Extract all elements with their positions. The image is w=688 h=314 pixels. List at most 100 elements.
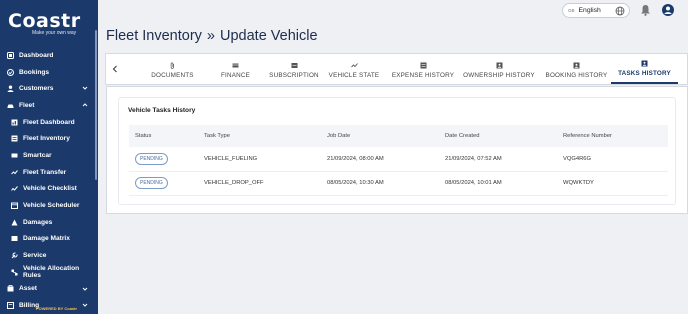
sidebar-item-label: Fleet Transfer xyxy=(23,168,67,176)
page-title: Fleet Inventory» Update Vehicle xyxy=(106,28,318,44)
task-type-cell: VEHICLE_DROP_OFF xyxy=(204,180,264,187)
tab-vehicle-state[interactable]: VEHICLE STATE xyxy=(321,54,387,84)
tab-documents[interactable]: DOCUMENTS xyxy=(144,54,201,84)
vehicle-state-icon xyxy=(350,63,358,68)
breadcrumb-parent[interactable]: Fleet Inventory xyxy=(106,28,202,44)
sidebar-item-vehicle-scheduler[interactable]: Vehicle Scheduler xyxy=(0,197,98,214)
sidebar-item-label: Fleet Dashboard xyxy=(23,118,75,126)
sidebar-item-label: Damage Matrix xyxy=(23,235,70,243)
sidebar-item-bookings[interactable]: Bookings xyxy=(0,64,98,81)
sidebar-item-damage-matrix[interactable]: Damage Matrix xyxy=(0,231,98,248)
tasks-history-icon xyxy=(641,60,648,67)
chevron-up-icon xyxy=(82,103,88,107)
fleet-dashboard-icon xyxy=(11,119,18,126)
col-job-date: Job Date xyxy=(327,133,351,139)
fleet-inventory-icon xyxy=(11,135,18,142)
brand-logo[interactable]: Coastr Make your own way xyxy=(8,10,81,36)
tab-tasks-history[interactable]: TASKS HISTORY xyxy=(611,54,678,84)
sidebar-item-customers[interactable]: Customers xyxy=(0,80,98,97)
tab-finance[interactable]: FINANCE xyxy=(215,54,256,84)
chevron-down-icon xyxy=(82,287,88,291)
service-icon xyxy=(11,252,18,259)
globe-icon xyxy=(615,6,625,16)
sidebar-item-label: Fleet xyxy=(19,101,35,109)
paperclip-icon xyxy=(170,62,174,69)
allocation-rules-icon xyxy=(11,269,18,276)
sidebar-item-label: Smartcar xyxy=(23,151,52,159)
bookings-icon xyxy=(7,68,14,76)
breadcrumb-current: Update Vehicle xyxy=(220,28,318,44)
language-selector[interactable]: GB English xyxy=(562,3,630,18)
language-label: English xyxy=(578,7,601,14)
tab-expense-history[interactable]: EXPENSE HISTORY xyxy=(386,54,460,84)
table-row[interactable]: PENDING VEHICLE_DROP_OFF 08/05/2024, 10:… xyxy=(129,172,668,196)
billing-icon xyxy=(7,302,14,310)
sidebar-item-label: Customers xyxy=(19,85,54,93)
tab-label: DOCUMENTS xyxy=(151,72,194,79)
bell-icon[interactable] xyxy=(640,4,651,16)
section-title: Vehicle Tasks History xyxy=(128,107,196,114)
vehicle-scheduler-icon xyxy=(11,202,18,210)
tab-bar: DOCUMENTS FINANCE SUBSCRIPTION VEHICLE STAT… xyxy=(105,53,688,85)
tab-label: VEHICLE STATE xyxy=(328,72,380,79)
sidebar-item-vehicle-checklist[interactable]: Vehicle Checklist xyxy=(0,181,98,198)
sidebar-scrollbar[interactable] xyxy=(95,30,97,180)
col-date-created: Date Created xyxy=(445,133,480,139)
sidebar-item-vehicle-allocation-rules[interactable]: Vehicle Allocation Rules xyxy=(0,264,98,281)
date-created-cell: 21/09/2024, 07:52 AM xyxy=(445,155,502,162)
fleet-icon xyxy=(7,102,14,109)
tab-label: FINANCE xyxy=(220,72,251,79)
reference-cell: WQWKTDY xyxy=(563,180,594,187)
col-status: Status xyxy=(135,133,152,139)
ownership-icon xyxy=(496,62,502,69)
sidebar-item-label: Asset xyxy=(19,285,37,293)
user-avatar-icon[interactable] xyxy=(662,4,674,16)
tab-label: EXPENSE HISTORY xyxy=(391,72,455,79)
chevron-left-icon[interactable] xyxy=(111,65,119,73)
status-badge: PENDING xyxy=(135,152,168,165)
tab-subscription[interactable]: SUBSCRIPTION xyxy=(263,54,325,84)
col-task-type: Task Type xyxy=(204,133,230,139)
sidebar-item-damages[interactable]: Damages xyxy=(0,214,98,231)
damage-matrix-icon xyxy=(11,235,18,242)
brand-tagline: Make your own way xyxy=(32,30,77,36)
status-badge: PENDING xyxy=(135,177,168,190)
content-background xyxy=(106,214,688,314)
sidebar-item-asset[interactable]: Asset xyxy=(0,281,98,298)
dashboard-icon xyxy=(7,51,14,59)
sidebar-item-fleet-transfer[interactable]: Fleet Transfer xyxy=(0,164,98,181)
job-date-cell: 08/05/2024, 10:30 AM xyxy=(327,180,384,187)
tab-booking-history[interactable]: BOOKING HISTORY xyxy=(539,54,614,84)
tab-label: OWNERSHIP HISTORY xyxy=(463,72,535,79)
table-header: Status Task Type Job Date Date Created R… xyxy=(129,125,668,147)
sidebar-item-fleet-dashboard[interactable]: Fleet Dashboard xyxy=(0,114,98,131)
sidebar-item-fleet[interactable]: Fleet xyxy=(0,97,98,114)
sidebar-item-service[interactable]: Service xyxy=(0,247,98,264)
customers-icon xyxy=(7,85,14,93)
smartcar-icon xyxy=(11,152,18,159)
sidebar-item-label: Dashboard xyxy=(19,51,54,59)
powered-by: POWERED BY Coastr xyxy=(36,306,78,311)
sidebar: Coastr Make your own way Dashboard Bookin… xyxy=(0,0,98,314)
booking-history-icon xyxy=(573,62,580,69)
tasks-history-panel: Vehicle Tasks History Status Task Type J… xyxy=(106,86,688,214)
subscription-icon xyxy=(291,63,297,68)
brand-name: Coastr xyxy=(8,10,81,32)
tasks-history-card: Vehicle Tasks History Status Task Type J… xyxy=(118,97,676,205)
sidebar-item-label: Vehicle Checklist xyxy=(23,185,77,193)
fleet-transfer-icon xyxy=(11,169,18,176)
damages-icon xyxy=(11,219,18,226)
date-created-cell: 08/05/2024, 10:01 AM xyxy=(445,180,502,187)
sidebar-item-fleet-inventory[interactable]: Fleet Inventory xyxy=(0,130,98,147)
table-row[interactable]: PENDING VEHICLE_FUELING 21/09/2024, 08:0… xyxy=(129,147,668,172)
tab-label: SUBSCRIPTION xyxy=(269,72,319,79)
tab-ownership-history[interactable]: OWNERSHIP HISTORY xyxy=(458,54,540,84)
reference-cell: VQG4R6G xyxy=(563,155,592,162)
breadcrumb-separator: » xyxy=(206,28,215,44)
task-type-cell: VEHICLE_FUELING xyxy=(204,155,258,162)
tab-label: TASKS HISTORY xyxy=(618,70,671,77)
col-reference-number: Reference Number xyxy=(563,133,612,139)
sidebar-item-smartcar[interactable]: Smartcar xyxy=(0,147,98,164)
sidebar-item-dashboard[interactable]: Dashboard xyxy=(0,47,98,64)
expense-icon xyxy=(420,62,426,69)
